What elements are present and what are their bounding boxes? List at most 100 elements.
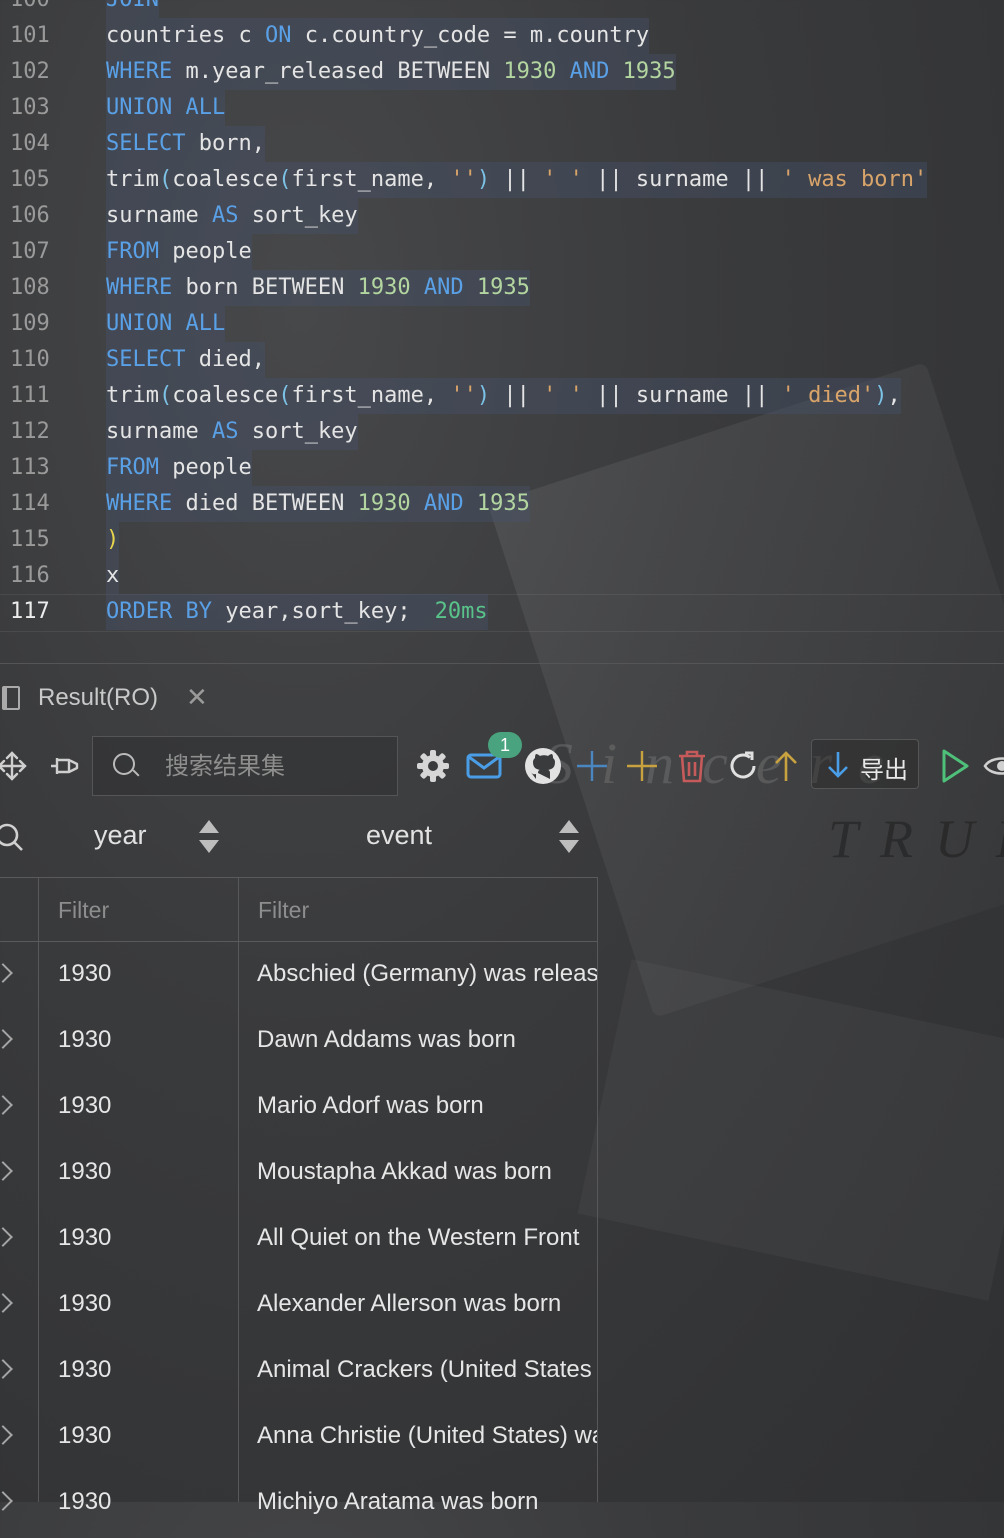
code-line[interactable]: 100 JOIN bbox=[0, 0, 1004, 18]
year-cell[interactable]: 1930 bbox=[58, 1290, 228, 1318]
code-line[interactable]: 109 UNION ALL bbox=[0, 306, 1004, 342]
search-icon[interactable] bbox=[0, 820, 26, 854]
sql-editor[interactable]: 100 JOIN 101 countries c ON c.country_code … bbox=[0, 0, 1004, 662]
event-filter-input[interactable] bbox=[256, 896, 430, 925]
code-line[interactable]: 103 UNION ALL bbox=[0, 90, 1004, 126]
pin-icon[interactable] bbox=[46, 736, 84, 796]
chevron-right-icon[interactable] bbox=[0, 1029, 13, 1049]
year-cell[interactable]: 1930 bbox=[58, 1026, 228, 1054]
code-line[interactable]: 111 trim(coalesce(first_name, '') || ' ' … bbox=[0, 378, 1004, 414]
code-text[interactable]: WHERE died BETWEEN 1930 AND 1935 bbox=[106, 486, 530, 522]
code-text[interactable]: FROM people bbox=[106, 450, 252, 486]
code-line[interactable]: 117 ORDER BY year,sort_key; 20ms bbox=[0, 594, 1004, 630]
line-number: 104 bbox=[10, 131, 50, 156]
year-cell[interactable]: 1930 bbox=[58, 960, 228, 988]
result-tab-title[interactable]: Result(RO) bbox=[38, 684, 158, 712]
event-cell[interactable]: All Quiet on the Western Front bbox=[257, 1224, 597, 1252]
code-line[interactable]: 106 surname AS sort_key bbox=[0, 198, 1004, 234]
code-line[interactable]: 110 SELECT died, bbox=[0, 342, 1004, 378]
code-text[interactable]: surname AS sort_key bbox=[106, 198, 358, 234]
code-line[interactable]: 104 SELECT born, bbox=[0, 126, 1004, 162]
code-text[interactable]: trim(coalesce(first_name, '') || ' ' || … bbox=[106, 162, 928, 198]
code-line[interactable]: 101 countries c ON c.country_code = m.cou… bbox=[0, 18, 1004, 54]
table-row[interactable]: 1930 All Quiet on the Western Front bbox=[0, 1208, 598, 1274]
filter-row bbox=[0, 878, 598, 942]
move-icon[interactable] bbox=[0, 736, 30, 796]
event-cell[interactable]: Abschied (Germany) was released bbox=[257, 960, 597, 988]
year-cell[interactable]: 1930 bbox=[58, 1356, 228, 1384]
table-row[interactable]: 1930 Anna Christie (United States) was re… bbox=[0, 1406, 598, 1472]
sort-icon[interactable] bbox=[558, 820, 580, 854]
chevron-right-icon[interactable] bbox=[0, 1491, 13, 1511]
code-text[interactable]: SELECT died, bbox=[106, 342, 265, 378]
year-filter-input[interactable] bbox=[56, 896, 230, 925]
wallpaper-shape bbox=[577, 959, 1004, 1301]
table-row[interactable]: 1930 Mario Adorf was born bbox=[0, 1076, 598, 1142]
code-text[interactable]: surname AS sort_key bbox=[106, 414, 358, 450]
line-number: 117 bbox=[10, 599, 50, 624]
line-number: 105 bbox=[10, 167, 50, 192]
event-cell[interactable]: Michiyo Aratama was born bbox=[257, 1488, 597, 1516]
column-header-year[interactable]: year bbox=[94, 820, 147, 851]
code-text[interactable]: trim(coalesce(first_name, '') || ' ' || … bbox=[106, 378, 901, 414]
code-line[interactable]: 102 WHERE m.year_released BETWEEN 1930 AN… bbox=[0, 54, 1004, 90]
code-line[interactable]: 105 trim(coalesce(first_name, '') || ' ' … bbox=[0, 162, 1004, 198]
table-row[interactable]: 1930 Animal Crackers (United States bbox=[0, 1340, 598, 1406]
code-line[interactable]: 115) bbox=[0, 522, 1004, 558]
table-row[interactable]: 1930 Moustapha Akkad was born bbox=[0, 1142, 598, 1208]
year-cell[interactable]: 1930 bbox=[58, 1224, 228, 1252]
search-icon bbox=[113, 753, 135, 775]
code-line[interactable]: 113 FROM people bbox=[0, 450, 1004, 486]
line-number: 115 bbox=[10, 527, 50, 552]
event-cell[interactable]: Moustapha Akkad was born bbox=[257, 1158, 597, 1186]
export-button[interactable]: 导出 bbox=[811, 739, 919, 789]
search-input[interactable] bbox=[163, 751, 387, 781]
code-text[interactable]: WHERE m.year_released BETWEEN 1930 AND 1… bbox=[106, 54, 676, 90]
chevron-right-icon[interactable] bbox=[0, 1095, 13, 1115]
code-text[interactable]: UNION ALL bbox=[106, 90, 226, 126]
line-number: 113 bbox=[10, 455, 50, 480]
code-text[interactable]: countries c ON c.country_code = m.countr… bbox=[106, 18, 650, 54]
code-text[interactable]: ) bbox=[106, 522, 120, 558]
code-text[interactable]: SELECT born, bbox=[106, 126, 265, 162]
chevron-right-icon[interactable] bbox=[0, 1293, 13, 1313]
arrow-down-icon bbox=[828, 752, 848, 778]
code-text[interactable]: UNION ALL bbox=[106, 306, 226, 342]
code-line[interactable]: 107 FROM people bbox=[0, 234, 1004, 270]
result-search[interactable] bbox=[92, 736, 398, 796]
panel-divider[interactable] bbox=[0, 663, 1004, 664]
code-line[interactable]: 114 WHERE died BETWEEN 1930 AND 1935 bbox=[0, 486, 1004, 522]
code-text[interactable]: JOIN bbox=[106, 0, 159, 18]
chevron-right-icon[interactable] bbox=[0, 1161, 13, 1181]
table-row[interactable]: 1930 Dawn Addams was born bbox=[0, 1010, 598, 1076]
event-cell[interactable]: Alexander Allerson was born bbox=[257, 1290, 597, 1318]
panel-layout-icon[interactable] bbox=[2, 686, 20, 710]
code-text[interactable]: WHERE born BETWEEN 1930 AND 1935 bbox=[106, 270, 530, 306]
table-row[interactable]: 1930 Alexander Allerson was born bbox=[0, 1274, 598, 1340]
close-tab-icon[interactable]: ✕ bbox=[186, 682, 208, 713]
sort-icon[interactable] bbox=[198, 820, 220, 854]
code-text[interactable]: x bbox=[106, 558, 120, 594]
chevron-right-icon[interactable] bbox=[0, 1227, 13, 1247]
year-cell[interactable]: 1930 bbox=[58, 1092, 228, 1120]
event-cell[interactable]: Mario Adorf was born bbox=[257, 1092, 597, 1120]
year-cell[interactable]: 1930 bbox=[58, 1422, 228, 1450]
year-cell[interactable]: 1930 bbox=[58, 1488, 228, 1516]
code-line[interactable]: 108 WHERE born BETWEEN 1930 AND 1935 bbox=[0, 270, 1004, 306]
table-row[interactable]: 1930 Abschied (Germany) was released bbox=[0, 944, 598, 1010]
code-text[interactable]: ORDER BY year,sort_key; 20ms bbox=[106, 594, 488, 630]
chevron-right-icon[interactable] bbox=[0, 963, 13, 983]
chevron-right-icon[interactable] bbox=[0, 1425, 13, 1445]
event-cell[interactable]: Anna Christie (United States) was releas… bbox=[257, 1422, 597, 1450]
chevron-right-icon[interactable] bbox=[0, 1359, 13, 1379]
column-header-event[interactable]: event bbox=[366, 820, 432, 851]
line-number: 111 bbox=[10, 383, 50, 408]
code-text[interactable]: FROM people bbox=[106, 234, 252, 270]
table-row[interactable]: 1930 Michiyo Aratama was born bbox=[0, 1472, 598, 1538]
code-line[interactable]: 112 surname AS sort_key bbox=[0, 414, 1004, 450]
line-number: 116 bbox=[10, 563, 50, 588]
year-cell[interactable]: 1930 bbox=[58, 1158, 228, 1186]
code-line[interactable]: 116 x bbox=[0, 558, 1004, 594]
event-cell[interactable]: Animal Crackers (United States bbox=[257, 1356, 597, 1384]
event-cell[interactable]: Dawn Addams was born bbox=[257, 1026, 597, 1054]
